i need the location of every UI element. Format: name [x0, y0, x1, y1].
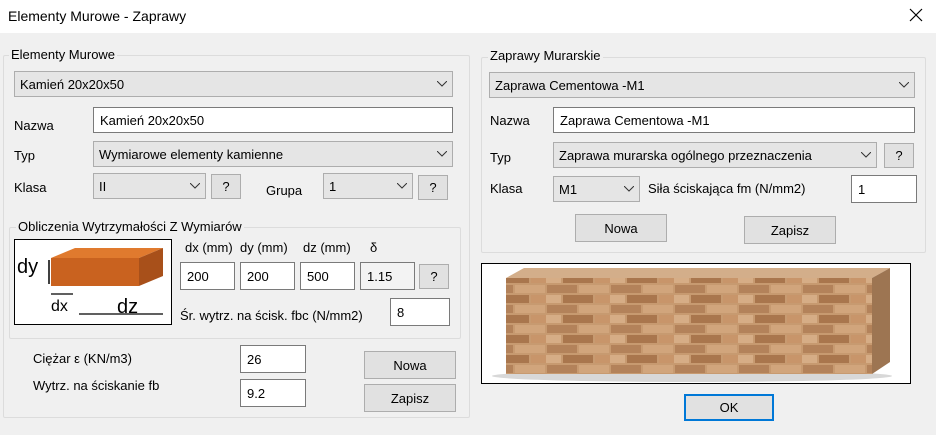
mortar-group-legend: Zaprawy Murarskie [488, 48, 603, 63]
element-save-button[interactable]: Zapisz [364, 384, 456, 412]
mortar-class-value: M1 [559, 181, 578, 197]
element-class-value: II [99, 178, 107, 194]
element-class-label: Klasa [14, 180, 47, 195]
element-name-label: Nazwa [14, 118, 54, 133]
mortar-fm-label: Siła ściskająca fm (N/mm2) [648, 181, 806, 196]
mortar-fm-input[interactable]: 1 [851, 175, 917, 203]
dimension-dy-text: dy [17, 256, 39, 278]
dz-label: dz (mm) [303, 240, 351, 255]
mortar-name-label: Nazwa [490, 113, 530, 128]
chevron-down-icon [432, 81, 452, 87]
chevron-down-icon [619, 186, 639, 192]
element-group-select[interactable]: 1 [323, 173, 413, 199]
brick-wall-image [481, 263, 911, 384]
mortar-save-button[interactable]: Zapisz [744, 216, 836, 244]
element-group-value: 1 [329, 178, 337, 194]
dimension-dx-text: dx [51, 298, 68, 315]
elements-group-legend: Elementy Murowe [9, 47, 118, 62]
mortar-type-help-button[interactable]: ? [884, 143, 914, 168]
element-class-select[interactable]: II [93, 173, 206, 199]
mortar-type-value: Zaprawa murarska ogólnego przeznaczenia [559, 147, 812, 163]
weight-label: Ciężar ε (KN/m3) [33, 351, 132, 366]
strength-calc-legend: Obliczenia Wytrzymałości Z Wymiarów [16, 219, 244, 234]
mortar-type-select[interactable]: Zaprawa murarska ogólnego przeznaczenia [553, 142, 877, 168]
fb-label: Wytrz. na ściskanie fb [33, 378, 160, 393]
dz-input[interactable]: 500 [300, 262, 355, 290]
mortar-new-button[interactable]: Nowa [575, 214, 667, 242]
dy-input[interactable]: 200 [240, 262, 295, 290]
fbc-label: Śr. wytrz. na ścisk. fbc (N/mm2) [180, 308, 363, 323]
mortar-name-input[interactable]: Zaprawa Cementowa -M1 [553, 107, 915, 133]
element-group-help-button[interactable]: ? [418, 175, 448, 200]
element-group-label: Grupa [266, 183, 303, 198]
element-type-select[interactable]: Wymiarowe elementy kamienne [93, 141, 453, 167]
delta-input[interactable]: 1.15 [360, 262, 415, 290]
mortar-select-value: Zaprawa Cementowa -M1 [495, 77, 645, 93]
mortar-class-label: Klasa [490, 181, 523, 196]
mortar-select[interactable]: Zaprawa Cementowa -M1 [489, 72, 915, 98]
element-type-value: Wymiarowe elementy kamienne [99, 146, 284, 162]
brick-dimension-image: dy dx dz [14, 239, 172, 325]
dy-label: dy (mm) [240, 240, 288, 255]
delta-label: δ [370, 240, 378, 255]
element-name-input[interactable]: Kamień 20x20x50 [93, 107, 453, 133]
mortar-class-select[interactable]: M1 [553, 176, 640, 202]
dimension-dz-text: dz [117, 296, 139, 318]
delta-help-button[interactable]: ? [419, 264, 449, 289]
dx-label: dx (mm) [185, 240, 233, 255]
chevron-down-icon [185, 183, 205, 189]
mortar-type-label: Typ [490, 150, 511, 165]
element-select-value: Kamień 20x20x50 [20, 76, 125, 92]
dx-input[interactable]: 200 [180, 262, 235, 290]
weight-input[interactable]: 26 [240, 345, 306, 373]
chevron-down-icon [392, 183, 412, 189]
element-select[interactable]: Kamień 20x20x50 [14, 71, 453, 97]
chevron-down-icon [894, 82, 914, 88]
chevron-down-icon [432, 151, 452, 157]
fbc-input[interactable]: 8 [390, 298, 450, 326]
element-type-label: Typ [14, 148, 35, 163]
chevron-down-icon [856, 152, 876, 158]
ok-button[interactable]: OK [684, 394, 774, 421]
close-icon[interactable] [904, 3, 928, 27]
fb-input[interactable]: 9.2 [240, 379, 306, 407]
element-class-help-button[interactable]: ? [211, 174, 241, 199]
window-title: Elementy Murowe - Zaprawy [8, 8, 187, 24]
element-new-button[interactable]: Nowa [364, 351, 456, 379]
